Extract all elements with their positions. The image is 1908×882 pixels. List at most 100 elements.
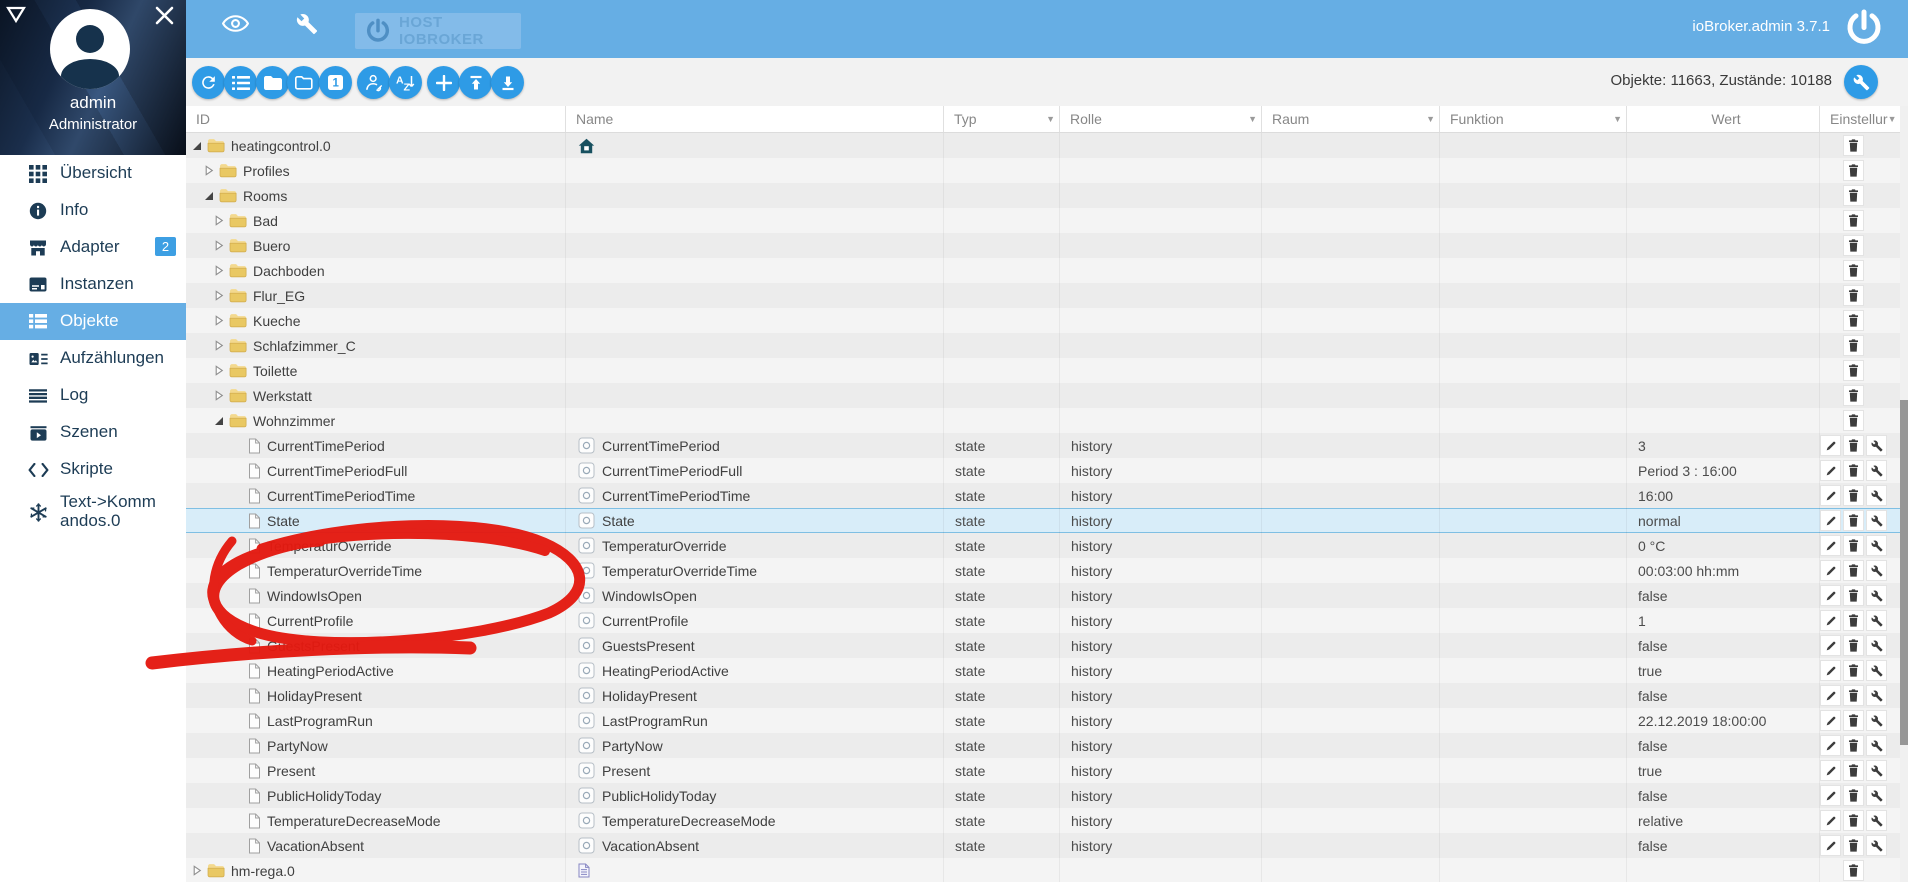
- delete-object-button[interactable]: [1843, 210, 1864, 231]
- delete-object-button[interactable]: [1843, 635, 1864, 656]
- table-row-temperaturedecreasemode[interactable]: TemperatureDecreaseMode TemperatureDecrea…: [186, 808, 1900, 833]
- config-object-button[interactable]: [1866, 760, 1887, 781]
- scrollbar-thumb[interactable]: [1900, 400, 1908, 745]
- filter-dropdown-icon[interactable]: ▼: [1888, 114, 1897, 124]
- filter-dropdown-icon[interactable]: ▼: [1426, 114, 1435, 124]
- edit-object-button[interactable]: [1820, 685, 1841, 706]
- config-object-button[interactable]: [1866, 685, 1887, 706]
- delete-object-button[interactable]: [1843, 560, 1864, 581]
- delete-object-button[interactable]: [1843, 335, 1864, 356]
- config-object-button[interactable]: [1866, 810, 1887, 831]
- folder-open-button[interactable]: [287, 66, 320, 99]
- menu-triangle-icon[interactable]: [6, 6, 26, 29]
- delete-object-button[interactable]: [1843, 185, 1864, 206]
- close-icon[interactable]: [155, 6, 174, 30]
- columns-settings-button[interactable]: [1844, 65, 1878, 99]
- config-object-button[interactable]: [1866, 560, 1887, 581]
- sidebar-item-skripte[interactable]: Skripte: [0, 451, 186, 488]
- table-row-wohnzimmer[interactable]: Wohnzimmer: [186, 408, 1900, 433]
- table-row-heatingperiodactive[interactable]: HeatingPeriodActive HeatingPeriodActive st…: [186, 658, 1900, 683]
- config-object-button[interactable]: [1866, 635, 1887, 656]
- delete-object-button[interactable]: [1843, 535, 1864, 556]
- edit-object-button[interactable]: [1820, 835, 1841, 856]
- edit-object-button[interactable]: [1820, 810, 1841, 831]
- sidebar-item-info[interactable]: Info: [0, 192, 186, 229]
- expand-arrow-icon[interactable]: [212, 265, 226, 276]
- table-row-toilette[interactable]: Toilette: [186, 358, 1900, 383]
- expert-mode-button[interactable]: [357, 66, 390, 99]
- column-header-funktion[interactable]: Funktion ▼: [1440, 106, 1627, 132]
- delete-object-button[interactable]: [1843, 135, 1864, 156]
- expand-arrow-icon[interactable]: [212, 315, 226, 326]
- delete-object-button[interactable]: [1843, 235, 1864, 256]
- expand-arrow-icon[interactable]: [212, 340, 226, 351]
- expand-arrow-icon[interactable]: [202, 165, 216, 176]
- expand-arrow-icon[interactable]: [212, 240, 226, 251]
- download-button[interactable]: [491, 66, 524, 99]
- sidebar-item-text-kommandos-0[interactable]: Text->Kommandos.0: [0, 488, 186, 536]
- edit-object-button[interactable]: [1820, 585, 1841, 606]
- eye-icon[interactable]: [221, 15, 250, 37]
- config-object-button[interactable]: [1866, 660, 1887, 681]
- sidebar-item-aufz-hlungen[interactable]: Aufzählungen: [0, 340, 186, 377]
- edit-object-button[interactable]: [1820, 560, 1841, 581]
- config-object-button[interactable]: [1866, 435, 1887, 456]
- table-row-windowisopen[interactable]: WindowIsOpen WindowIsOpen state history fals…: [186, 583, 1900, 608]
- config-object-button[interactable]: [1866, 785, 1887, 806]
- filter-dropdown-icon[interactable]: ▼: [1046, 114, 1055, 124]
- edit-object-button[interactable]: [1820, 610, 1841, 631]
- sidebar-item-szenen[interactable]: Szenen: [0, 414, 186, 451]
- config-object-button[interactable]: [1866, 710, 1887, 731]
- host-iobroker-button[interactable]: HOST IOBROKER: [355, 13, 521, 49]
- expand-level-1-button[interactable]: 1: [319, 66, 352, 99]
- table-row-bad[interactable]: Bad: [186, 208, 1900, 233]
- filter-dropdown-icon[interactable]: ▼: [1613, 114, 1622, 124]
- table-row-lastprogramrun[interactable]: LastProgramRun LastProgramRun state history…: [186, 708, 1900, 733]
- sidebar-item-log[interactable]: Log: [0, 377, 186, 414]
- table-row-currenttimeperiodfull[interactable]: CurrentTimePeriodFull CurrentTimePeriodFu…: [186, 458, 1900, 483]
- table-row-publicholidytoday[interactable]: PublicHolidyToday PublicHolidyToday state h…: [186, 783, 1900, 808]
- config-object-button[interactable]: [1866, 735, 1887, 756]
- upload-button[interactable]: [459, 66, 492, 99]
- edit-object-button[interactable]: [1820, 660, 1841, 681]
- vertical-scrollbar[interactable]: [1900, 106, 1908, 882]
- delete-object-button[interactable]: [1843, 785, 1864, 806]
- table-row-kueche[interactable]: Kueche: [186, 308, 1900, 333]
- wrench-icon[interactable]: [296, 13, 318, 40]
- config-object-button[interactable]: [1866, 485, 1887, 506]
- expand-arrow-icon[interactable]: [212, 290, 226, 301]
- table-row-rooms[interactable]: Rooms: [186, 183, 1900, 208]
- add-object-button[interactable]: [427, 66, 460, 99]
- delete-object-button[interactable]: [1843, 610, 1864, 631]
- table-row-hm-rega-0[interactable]: hm-rega.0: [186, 858, 1900, 882]
- delete-object-button[interactable]: [1843, 685, 1864, 706]
- sidebar-item-bersicht[interactable]: Übersicht: [0, 155, 186, 192]
- delete-object-button[interactable]: [1843, 585, 1864, 606]
- sort-az-button[interactable]: AZ: [389, 66, 422, 99]
- edit-object-button[interactable]: [1820, 535, 1841, 556]
- delete-object-button[interactable]: [1843, 385, 1864, 406]
- folder-closed-button[interactable]: [256, 66, 289, 99]
- edit-object-button[interactable]: [1820, 735, 1841, 756]
- edit-object-button[interactable]: [1820, 510, 1841, 531]
- delete-object-button[interactable]: [1843, 860, 1864, 881]
- delete-object-button[interactable]: [1843, 435, 1864, 456]
- delete-object-button[interactable]: [1843, 360, 1864, 381]
- sidebar-item-instanzen[interactable]: Instanzen: [0, 266, 186, 303]
- table-row-present[interactable]: Present Present state history true: [186, 758, 1900, 783]
- table-row-holidaypresent[interactable]: HolidayPresent HolidayPresent state history…: [186, 683, 1900, 708]
- table-row-currenttimeperiod[interactable]: CurrentTimePeriod CurrentTimePeriod state h…: [186, 433, 1900, 458]
- table-row-temperaturoverridetime[interactable]: TemperaturOverrideTime TemperaturOverride…: [186, 558, 1900, 583]
- config-object-button[interactable]: [1866, 610, 1887, 631]
- table-row-currenttimeperiodtime[interactable]: CurrentTimePeriodTime CurrentTimePeriodTi…: [186, 483, 1900, 508]
- config-object-button[interactable]: [1866, 585, 1887, 606]
- delete-object-button[interactable]: [1843, 735, 1864, 756]
- expand-arrow-icon[interactable]: [212, 215, 226, 226]
- delete-object-button[interactable]: [1843, 160, 1864, 181]
- table-row-currentprofile[interactable]: CurrentProfile CurrentProfile state history…: [186, 608, 1900, 633]
- table-row-heatingcontrol-0[interactable]: heatingcontrol.0: [186, 133, 1900, 158]
- table-row-dachboden[interactable]: Dachboden: [186, 258, 1900, 283]
- config-object-button[interactable]: [1866, 535, 1887, 556]
- column-header-typ[interactable]: Typ ▼: [944, 106, 1060, 132]
- delete-object-button[interactable]: [1843, 260, 1864, 281]
